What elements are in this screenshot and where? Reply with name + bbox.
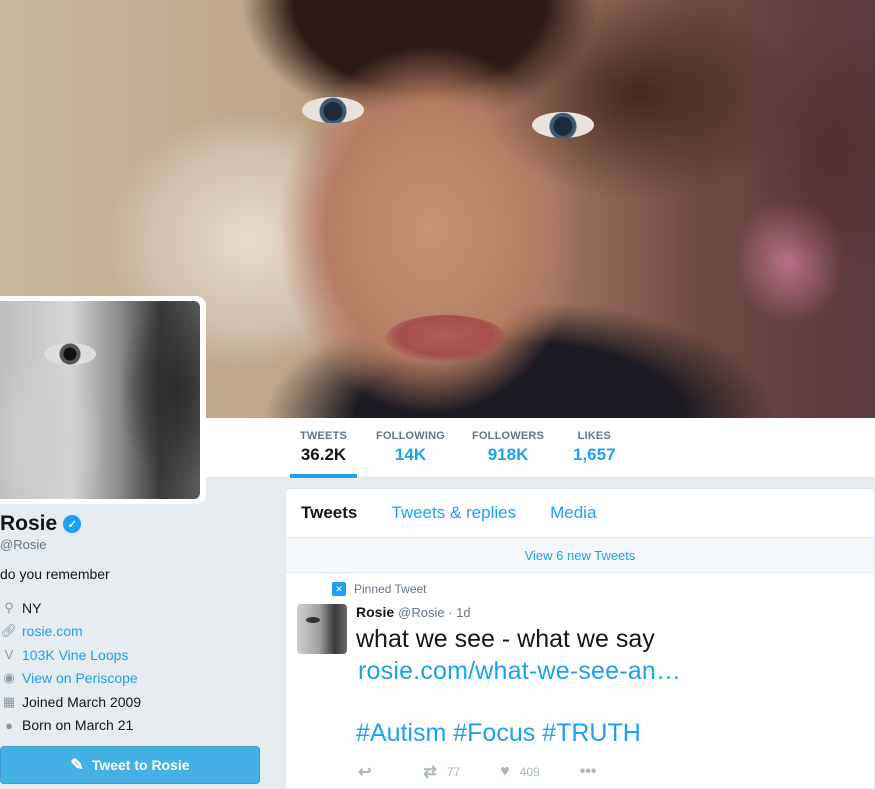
profile-vine: V 103K Vine Loops [0, 643, 270, 667]
tweet-to-label: Tweet to Rosie [91, 757, 190, 773]
stat-label: TWEETS [300, 430, 348, 442]
banner-lips [386, 315, 506, 361]
new-tweets-label: View 6 new Tweets [524, 547, 636, 563]
born-text: Born on March 21 [22, 717, 134, 734]
tweet-avatar[interactable] [297, 604, 347, 654]
more-button[interactable]: ••• [580, 763, 597, 781]
stat-value: 1,657 [573, 445, 616, 464]
tweet-author-meta[interactable]: @Rosie · 1d [398, 605, 470, 620]
retweet-icon: ⇄ [423, 764, 437, 781]
tab-tweets-replies[interactable]: Tweets & replies [391, 503, 524, 523]
balloon-icon: ● [5, 717, 13, 733]
tab-tweets[interactable]: Tweets [301, 503, 365, 523]
calendar-icon: ▦ [2, 693, 16, 709]
stat-value: 36.2K [300, 445, 347, 464]
profile-name-row: Rosie ✓ [0, 512, 270, 536]
profile-joined: ▦ Joined March 2009 [0, 690, 270, 714]
reply-button[interactable]: ↩ [358, 762, 371, 782]
like-button[interactable]: ♥ 409 [500, 763, 540, 781]
tweet-actions: ↩ ⇄ 77 ♥ 409 ••• [358, 762, 637, 782]
tweet-text: what we see - what we say [356, 625, 655, 653]
pinned-text: Pinned Tweet [354, 582, 427, 596]
pin-icon: ✕ [332, 582, 346, 596]
profile-handle[interactable]: @Rosie [0, 537, 270, 552]
tweet-header: Rosie @Rosie · 1d [356, 604, 471, 620]
location-pin-icon: ⚲ [4, 599, 14, 615]
tweet-hashtags[interactable]: #Autism #Focus #TRUTH [356, 717, 641, 749]
stat-label: FOLLOWING [376, 430, 446, 442]
heart-icon: ♥ [500, 763, 510, 780]
banner-eye-right [532, 112, 594, 138]
timeline: Tweets Tweets & replies Media View 6 new… [285, 488, 875, 789]
stat-value: 14K [394, 445, 427, 464]
periscope-link[interactable]: View on Periscope [22, 670, 138, 686]
profile-avatar[interactable] [0, 296, 206, 504]
pinned-label: ✕ Pinned Tweet [332, 582, 427, 596]
stat-followers[interactable]: FOLLOWERS 918K [472, 430, 544, 478]
vine-link[interactable]: 103K Vine Loops [22, 647, 128, 663]
avatar-eye [44, 343, 96, 365]
tweet-to-button[interactable]: ✎ Tweet to Rosie [0, 746, 260, 784]
profile-born: ● Born on March 21 [0, 714, 270, 738]
profile-card: Rosie ✓ @Rosie do you remember ⚲ NY 🔗︎ r… [0, 512, 270, 784]
website-link[interactable]: rosie.com [22, 623, 83, 639]
vine-icon: V [4, 647, 14, 663]
stat-tweets[interactable]: TWEETS 36.2K [289, 430, 358, 478]
stat-label: LIKES [577, 430, 611, 442]
profile-periscope: ◉ View on Periscope [0, 667, 270, 691]
retweet-count: 77 [446, 765, 461, 779]
reply-icon: ↩ [358, 764, 372, 781]
timeline-tabs: Tweets Tweets & replies Media [286, 489, 874, 538]
profile-bio: do you remember [0, 566, 110, 582]
tweet-author-name[interactable]: Rosie [356, 604, 394, 620]
stat-value: 918K [487, 445, 529, 464]
joined-text: Joined March 2009 [22, 693, 142, 710]
more-icon: ••• [579, 763, 597, 780]
new-tweets-bar[interactable]: View 6 new Tweets [286, 538, 874, 573]
verified-badge-icon: ✓ [63, 515, 82, 533]
profile-name[interactable]: Rosie [0, 512, 57, 536]
stat-likes[interactable]: LIKES 1,657 [573, 430, 616, 478]
stat-following[interactable]: FOLLOWING 14K [376, 430, 445, 478]
profile-location: ⚲ NY [0, 596, 270, 620]
banner-eye-left [302, 97, 364, 123]
link-icon: 🔗︎ [0, 623, 18, 639]
stat-label: FOLLOWERS [472, 430, 545, 442]
retweet-button[interactable]: ⇄ 77 [423, 762, 460, 782]
profile-website: 🔗︎ rosie.com [0, 620, 270, 644]
tab-media[interactable]: Media [550, 503, 604, 523]
location-text: NY [22, 599, 42, 616]
periscope-icon: ◉ [3, 670, 15, 686]
avatar-image [0, 301, 200, 499]
compose-icon: ✎ [70, 757, 84, 774]
profile-info: ⚲ NY 🔗︎ rosie.com V 103K Vine Loops ◉ Vi… [0, 596, 270, 737]
tweet-link[interactable]: rosie.com/what-we-see-an… [358, 655, 681, 687]
like-count: 409 [519, 765, 540, 779]
